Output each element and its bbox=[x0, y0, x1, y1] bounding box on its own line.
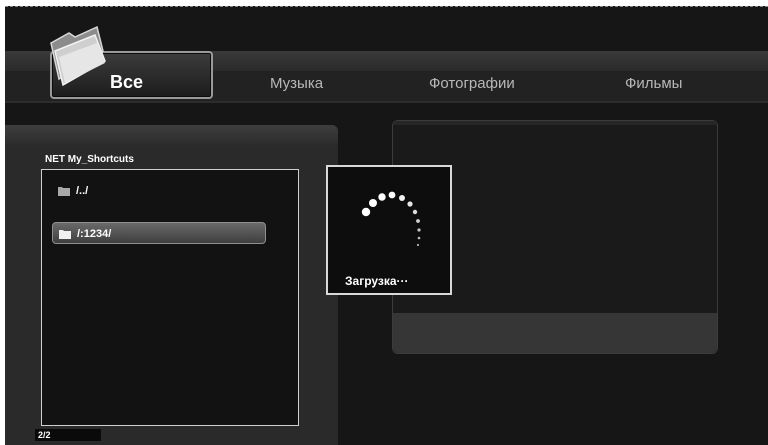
tab-rail-divider bbox=[5, 101, 768, 103]
folder-icon bbox=[58, 187, 70, 196]
screen: Все Музыка Фотографии Фильмы NET My_Shor… bbox=[0, 0, 768, 445]
list-item-selected[interactable]: /:1234/ bbox=[52, 222, 266, 244]
list-item-label: /../ bbox=[76, 185, 89, 197]
list-item-parent[interactable]: /../ bbox=[52, 180, 266, 202]
folder-icon bbox=[59, 230, 71, 239]
browser-panel-header bbox=[5, 125, 338, 145]
browser-path: NET My_Shortcuts bbox=[45, 154, 134, 165]
preview-info-bar bbox=[393, 313, 717, 353]
folder-icon bbox=[50, 25, 106, 87]
tab-photos[interactable]: Фотографии bbox=[429, 73, 515, 95]
preview-panel-top bbox=[393, 121, 717, 125]
loading-label: Загрузка··· bbox=[345, 274, 409, 288]
file-list: /../ /:1234/ bbox=[41, 169, 299, 426]
list-item-label: /:1234/ bbox=[77, 228, 112, 240]
page-counter: 2/2 bbox=[38, 430, 51, 440]
tab-all-label: Все bbox=[110, 72, 144, 92]
tab-movies[interactable]: Фильмы bbox=[625, 73, 682, 95]
tab-music[interactable]: Музыка bbox=[270, 73, 323, 95]
spinner-icon bbox=[361, 191, 421, 247]
media-player-screen: Все Музыка Фотографии Фильмы NET My_Shor… bbox=[5, 6, 768, 445]
